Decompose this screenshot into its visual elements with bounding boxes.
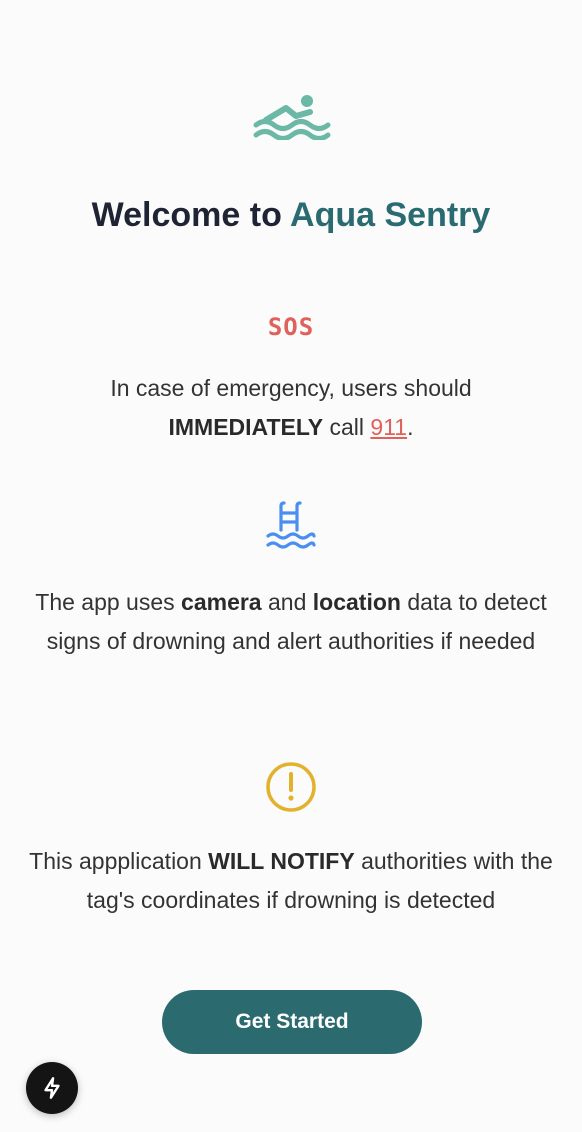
data-usage-text-2: and (268, 589, 307, 615)
get-started-button[interactable]: Get Started (162, 990, 422, 1054)
emergency-phone-link[interactable]: 911 (370, 414, 407, 440)
notify-strong: WILL NOTIFY (208, 848, 355, 874)
emergency-text-before: In case of emergency, users should (110, 375, 472, 401)
data-usage-location: location (312, 589, 401, 615)
title-prefix: Welcome to (91, 196, 282, 234)
warning-icon (266, 762, 316, 812)
notify-notice: This appplication WILL NOTIFY authoritie… (20, 842, 562, 920)
pool-ladder-icon (266, 501, 316, 549)
swimmer-icon (253, 95, 331, 140)
emergency-strong: IMMEDIATELY (168, 414, 324, 440)
bolt-icon (44, 1077, 60, 1099)
welcome-screen: Welcome to Aqua Sentry SOS In case of em… (0, 0, 582, 1132)
emergency-notice: In case of emergency, users should IMMEDI… (20, 369, 562, 447)
sos-badge: SOS (267, 313, 315, 341)
notify-text-1: This appplication (29, 848, 202, 874)
data-usage-camera: camera (181, 589, 262, 615)
emergency-text-after: . (407, 414, 414, 440)
page-title: Welcome to Aqua Sentry (0, 196, 582, 235)
data-usage-text-1: The app uses (35, 589, 175, 615)
brand-name: Aqua Sentry (290, 196, 491, 234)
emergency-text-mid: call (329, 414, 365, 440)
quick-action-button[interactable] (26, 1062, 78, 1114)
data-usage-notice: The app uses camera and location data to… (20, 583, 562, 661)
